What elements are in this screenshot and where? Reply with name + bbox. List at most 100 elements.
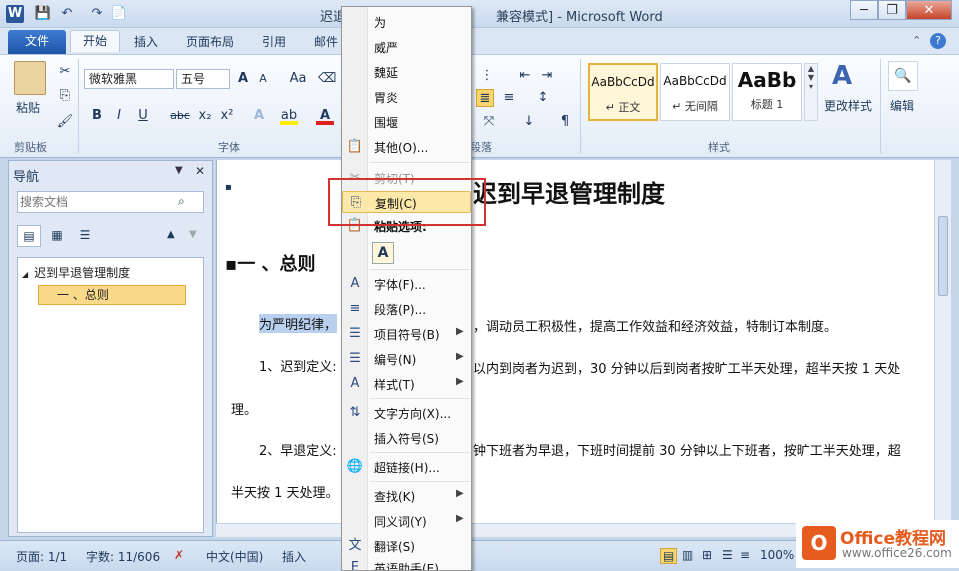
- tab-references[interactable]: 引用: [250, 32, 298, 54]
- superscript-icon[interactable]: x²: [218, 107, 236, 125]
- search-icon[interactable]: ⌕: [178, 194, 185, 209]
- insert-mode[interactable]: 插入: [282, 548, 306, 565]
- close-button[interactable]: ✕: [906, 0, 952, 20]
- grow-font-icon[interactable]: A: [234, 70, 252, 88]
- save-icon[interactable]: 💾: [34, 5, 52, 23]
- new-doc-icon[interactable]: 📄: [110, 5, 128, 23]
- word-app-icon[interactable]: W: [6, 5, 24, 23]
- change-case-icon[interactable]: Aa: [286, 70, 310, 88]
- proofing-icon[interactable]: ✗: [174, 548, 184, 562]
- font-color-icon[interactable]: A: [316, 107, 334, 125]
- text-effect-icon[interactable]: A: [250, 107, 268, 125]
- nav-results-tab-icon[interactable]: ☰: [73, 225, 97, 247]
- nav-search-input[interactable]: [20, 194, 170, 210]
- increase-indent-icon[interactable]: ⇥: [538, 67, 556, 85]
- style-heading1[interactable]: AaBb 标题 1: [732, 63, 802, 121]
- menu-item-numbering[interactable]: ☰ 编号(N) ▶: [342, 348, 471, 370]
- annotation-frame: [328, 178, 486, 226]
- justify-icon[interactable]: ≣: [476, 89, 494, 107]
- line-spacing-icon[interactable]: ↕: [534, 89, 552, 107]
- clear-format-icon[interactable]: ⌫: [318, 70, 336, 88]
- document-area[interactable]: ▪ 迟到早退管理制度 ▪一 、总则 为严明纪律， ，调动员工积极性，提高工作效益…: [216, 160, 934, 537]
- zoom-level[interactable]: 100%: [760, 548, 794, 562]
- menu-item-english-assistant[interactable]: E 英语助手(E): [342, 557, 471, 570]
- subscript-icon[interactable]: x₂: [196, 107, 214, 125]
- menu-item-paragraph[interactable]: ≡ 段落(P)...: [342, 298, 471, 320]
- cut-icon[interactable]: ✂: [56, 63, 74, 81]
- menu-item-hyperlink[interactable]: 🌐 超链接(H)...: [342, 456, 471, 478]
- font-size-combo[interactable]: 五号: [176, 69, 230, 89]
- menu-item-bullets[interactable]: ☰ 项目符号(B) ▶: [342, 323, 471, 345]
- nav-prev-icon[interactable]: ▲: [167, 229, 175, 240]
- highlight-icon[interactable]: ab: [280, 107, 298, 125]
- web-layout-icon[interactable]: ⊞: [702, 548, 712, 562]
- menu-item-more[interactable]: 📋 其他(O)...: [342, 136, 471, 158]
- paste-button[interactable]: 粘贴: [16, 99, 40, 116]
- nav-search-box[interactable]: ⌕: [17, 191, 204, 213]
- menu-item-suggestion[interactable]: 胃炎: [342, 86, 471, 108]
- show-marks-icon[interactable]: ¶: [556, 113, 574, 131]
- undo-icon[interactable]: ↶: [58, 5, 76, 23]
- copy-icon[interactable]: ⎘: [56, 87, 74, 105]
- nav-heading-item[interactable]: ◢ 迟到早退管理制度: [22, 264, 182, 282]
- style-normal[interactable]: AaBbCcDd ↵ 正文: [588, 63, 658, 121]
- underline-icon[interactable]: U: [134, 107, 152, 125]
- reading-layout-icon[interactable]: ▥: [682, 548, 693, 562]
- styles-icon: A: [350, 376, 360, 391]
- menu-item-translate[interactable]: 文翻译(S): [342, 535, 471, 557]
- decrease-indent-icon[interactable]: ⇤: [516, 67, 534, 85]
- outline-icon[interactable]: ☰: [722, 548, 733, 562]
- find-icon[interactable]: 🔍: [888, 61, 918, 91]
- edit-button[interactable]: 编辑: [890, 97, 914, 114]
- strikethrough-icon[interactable]: abc: [168, 107, 192, 125]
- font-name-combo[interactable]: 微软雅黑: [84, 69, 174, 89]
- sort-icon[interactable]: ⤧: [480, 113, 498, 131]
- menu-item-text-direction[interactable]: ⇅ 文字方向(X)...: [342, 402, 471, 424]
- bold-icon[interactable]: B: [88, 107, 106, 125]
- nav-pages-tab-icon[interactable]: ▦: [45, 225, 69, 247]
- tab-file[interactable]: 文件: [8, 30, 66, 54]
- menu-item-styles[interactable]: A 样式(T) ▶: [342, 373, 471, 395]
- ribbon-collapse-icon[interactable]: ⌃: [912, 34, 921, 47]
- menu-item-insert-symbol[interactable]: 插入符号(S): [342, 427, 471, 449]
- menu-item-lookup[interactable]: 查找(K) ▶: [342, 485, 471, 507]
- styles-scroll[interactable]: ▲ ▼ ▾: [804, 63, 818, 121]
- tab-page-layout[interactable]: 页面布局: [174, 32, 246, 54]
- tab-insert[interactable]: 插入: [122, 32, 170, 54]
- language-status[interactable]: 中文(中国): [206, 548, 263, 565]
- word-count[interactable]: 字数: 11/606: [86, 548, 160, 565]
- print-layout-icon[interactable]: ▤: [660, 548, 678, 564]
- nav-headings-tab-icon[interactable]: ▤: [17, 225, 41, 247]
- doc-heading: ▪一 、总则: [225, 254, 316, 275]
- distributed-icon[interactable]: ≡: [500, 89, 518, 107]
- page-count[interactable]: 页面: 1/1: [16, 548, 67, 565]
- multilevel-list-icon[interactable]: ⋮: [478, 67, 496, 85]
- nav-close-icon[interactable]: ✕: [195, 164, 205, 178]
- menu-item-suggestion[interactable]: 为: [342, 11, 471, 33]
- menu-item-suggestion[interactable]: 魏延: [342, 61, 471, 83]
- draft-icon[interactable]: ≡: [740, 548, 750, 562]
- paste-icon[interactable]: [14, 61, 46, 95]
- redo-icon[interactable]: ↷: [88, 5, 106, 23]
- minimize-button[interactable]: ─: [850, 0, 878, 20]
- menu-item-suggestion[interactable]: 围堰: [342, 111, 471, 133]
- scroll-thumb[interactable]: [938, 216, 948, 296]
- sort-az-icon[interactable]: ↓: [520, 113, 538, 131]
- menu-item-suggestion[interactable]: 威严: [342, 36, 471, 58]
- menu-item-synonyms[interactable]: 同义词(Y) ▶: [342, 510, 471, 532]
- change-styles-button[interactable]: 更改样式: [824, 97, 872, 114]
- menu-item-font[interactable]: A 字体(F)...: [342, 273, 471, 295]
- nav-heading-item-selected[interactable]: 一 、总则: [38, 285, 186, 305]
- italic-icon[interactable]: I: [110, 107, 128, 125]
- help-icon[interactable]: ?: [930, 33, 946, 49]
- style-no-spacing[interactable]: AaBbCcDd ↵ 无间隔: [660, 63, 730, 121]
- tab-home[interactable]: 开始: [70, 30, 121, 52]
- restore-button[interactable]: ❐: [878, 0, 906, 20]
- vertical-scrollbar[interactable]: [934, 160, 951, 537]
- shrink-font-icon[interactable]: A: [254, 70, 272, 88]
- nav-next-icon[interactable]: ▼: [189, 229, 197, 240]
- keep-text-only-button[interactable]: A: [372, 242, 394, 264]
- change-styles-icon[interactable]: A: [832, 61, 852, 91]
- nav-menu-icon[interactable]: ▼: [175, 165, 183, 176]
- format-painter-icon[interactable]: 🖌: [56, 113, 74, 131]
